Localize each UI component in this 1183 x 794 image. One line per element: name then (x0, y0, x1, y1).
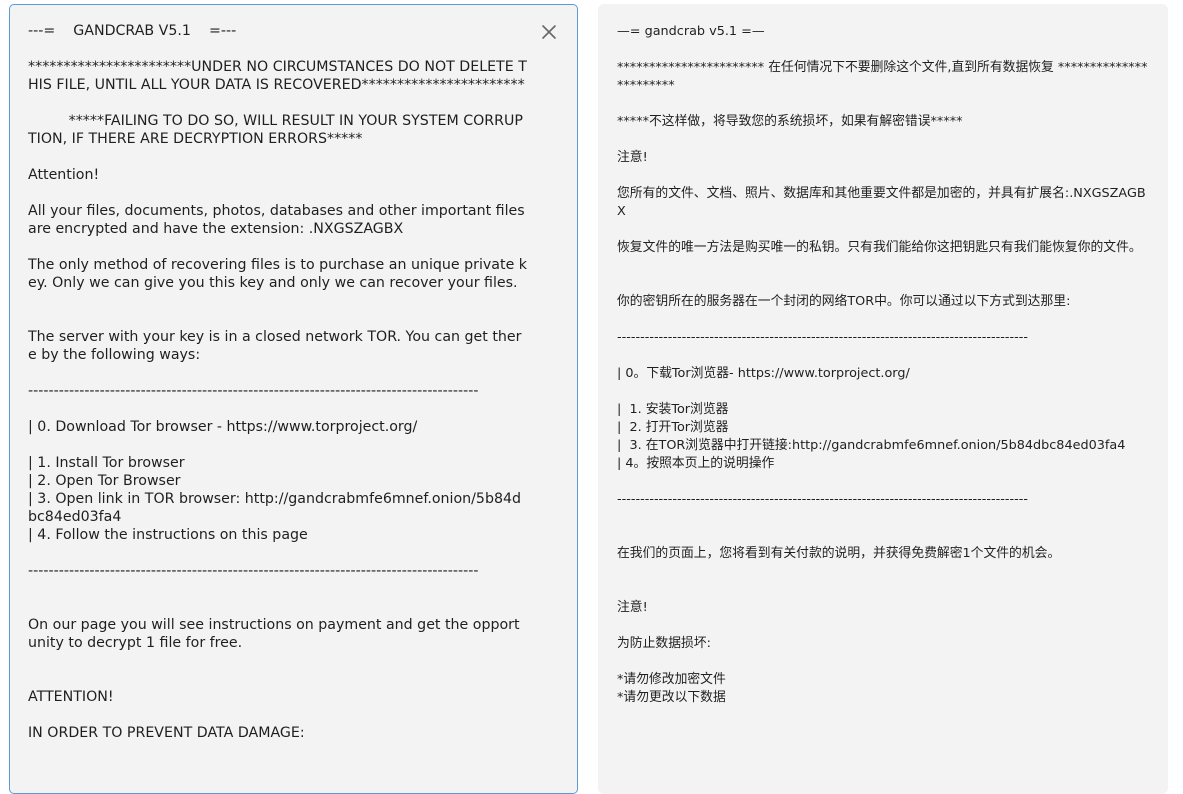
chinese-note-line: | 3. 在TOR浏览器中打开链接:http://gandcrabmfe6mne… (617, 438, 1126, 453)
chinese-note-line (617, 617, 1149, 635)
english-note-line: ATTENTION! (28, 689, 114, 705)
chinese-note-line: *********************** 在任何情况下不要删除这个文件,直… (617, 60, 1148, 93)
english-note-line: ----------------------------------------… (28, 563, 479, 579)
chinese-note-line: *****不这样做，将导致您的系统损坏，如果有解密错误***** (617, 114, 963, 129)
english-note-line: The only method of recovering files is t… (28, 257, 528, 291)
chinese-note-line: *请勿更改以下数据 (617, 690, 726, 705)
chinese-note-line: | 4。按照本页上的说明操作 (617, 456, 775, 471)
english-note-line: All your files, documents, photos, datab… (28, 203, 530, 237)
chinese-note-line: ----------------------------------------… (617, 492, 1028, 507)
chinese-note-line (617, 275, 1149, 293)
chinese-note-line: 在我们的页面上，您将看到有关付款的说明，并获得免费解密1个文件的机会。 (617, 546, 1061, 561)
english-note-line: | 2. Open Tor Browser (28, 473, 181, 489)
english-note-line: ---= GANDCRAB V5.1 =--- (28, 23, 237, 39)
chinese-note-line (617, 527, 1149, 545)
chinese-note-line (617, 653, 1149, 671)
english-note-line (28, 436, 528, 454)
english-note-line (28, 652, 528, 670)
chinese-note-line: 您所有的文件、文档、照片、数据库和其他重要文件都是加密的，并具有扩展名:.NXG… (617, 186, 1146, 219)
english-note-line: IN ORDER TO PREVENT DATA DAMAGE: (28, 725, 305, 741)
chinese-note-line: —= gandcrab v5.1 =— (617, 24, 765, 39)
chinese-note-line: 注意! (617, 600, 648, 615)
english-note-line (28, 184, 528, 202)
chinese-note-line (617, 131, 1149, 149)
english-note-line (28, 670, 528, 688)
chinese-note-line (617, 347, 1149, 365)
chinese-note-line: | 1. 安装Tor浏览器 (617, 402, 729, 417)
chinese-note-line (617, 563, 1149, 581)
english-note-line (28, 292, 528, 310)
close-button[interactable] (539, 22, 559, 42)
english-note-line (28, 238, 528, 256)
chinese-note-line (617, 257, 1149, 275)
english-note-line (28, 706, 528, 724)
english-note-line (28, 94, 528, 112)
english-note-line (28, 400, 528, 418)
chinese-note-line: | 0。下载Tor浏览器- https://www.torproject.org… (617, 366, 910, 381)
chinese-note-line (617, 581, 1149, 599)
english-note-line: | 0. Download Tor browser - https://www.… (28, 419, 418, 435)
english-note-line (28, 580, 528, 598)
chinese-note-line (617, 311, 1149, 329)
chinese-note-line: 为防止数据损坏: (617, 636, 711, 651)
english-note-line: | 4. Follow the instructions on this pag… (28, 527, 308, 543)
chinese-note-line (617, 167, 1149, 185)
english-note-line: On our page you will see instructions on… (28, 617, 520, 651)
english-note-line: ----------------------------------------… (28, 383, 479, 399)
ransom-note-chinese-pane: —= gandcrab v5.1 =— *********************… (598, 4, 1168, 794)
chinese-note-line (617, 473, 1149, 491)
chinese-note-line (617, 509, 1149, 527)
english-note-line: ***********************UNDER NO CIRCUMST… (28, 59, 527, 93)
chinese-note-line: | 2. 打开Tor浏览器 (617, 420, 729, 435)
chinese-note-line: ----------------------------------------… (617, 330, 1028, 345)
english-note-line: The server with your key is in a closed … (28, 329, 522, 363)
chinese-note-line: 恢复文件的唯一方法是购买唯一的私钥。只有我们能给你这把钥匙只有我们能恢复你的文件… (617, 240, 1142, 255)
chinese-note-line: 注意! (617, 150, 648, 165)
english-note-line (28, 148, 528, 166)
close-icon (542, 25, 556, 39)
english-note-line (28, 598, 528, 616)
english-note-line: | 1. Install Tor browser (28, 455, 185, 471)
chinese-note-line (617, 41, 1149, 59)
ransom-note-english-pane: ---= GANDCRAB V5.1 =--- *****************… (9, 4, 578, 794)
chinese-note-line (617, 221, 1149, 239)
ransom-note-english-text: ---= GANDCRAB V5.1 =--- *****************… (28, 22, 528, 742)
chinese-note-line: 你的密钥所在的服务器在一个封闭的网络TOR中。你可以通过以下方式到达那里: (617, 294, 1071, 309)
english-note-line (28, 544, 528, 562)
english-note-line: *****FAILING TO DO SO, WILL RESULT IN YO… (28, 113, 523, 147)
chinese-note-line: *请勿修改加密文件 (617, 672, 726, 687)
english-note-line: Attention! (28, 167, 100, 183)
english-note-line (28, 310, 528, 328)
english-note-line (28, 40, 528, 58)
english-note-line (28, 364, 528, 382)
chinese-note-line (617, 95, 1149, 113)
chinese-note-line (617, 383, 1149, 401)
english-note-line: | 3. Open link in TOR browser: http://ga… (28, 491, 522, 525)
ransom-note-chinese-text: —= gandcrab v5.1 =— *********************… (617, 23, 1149, 707)
